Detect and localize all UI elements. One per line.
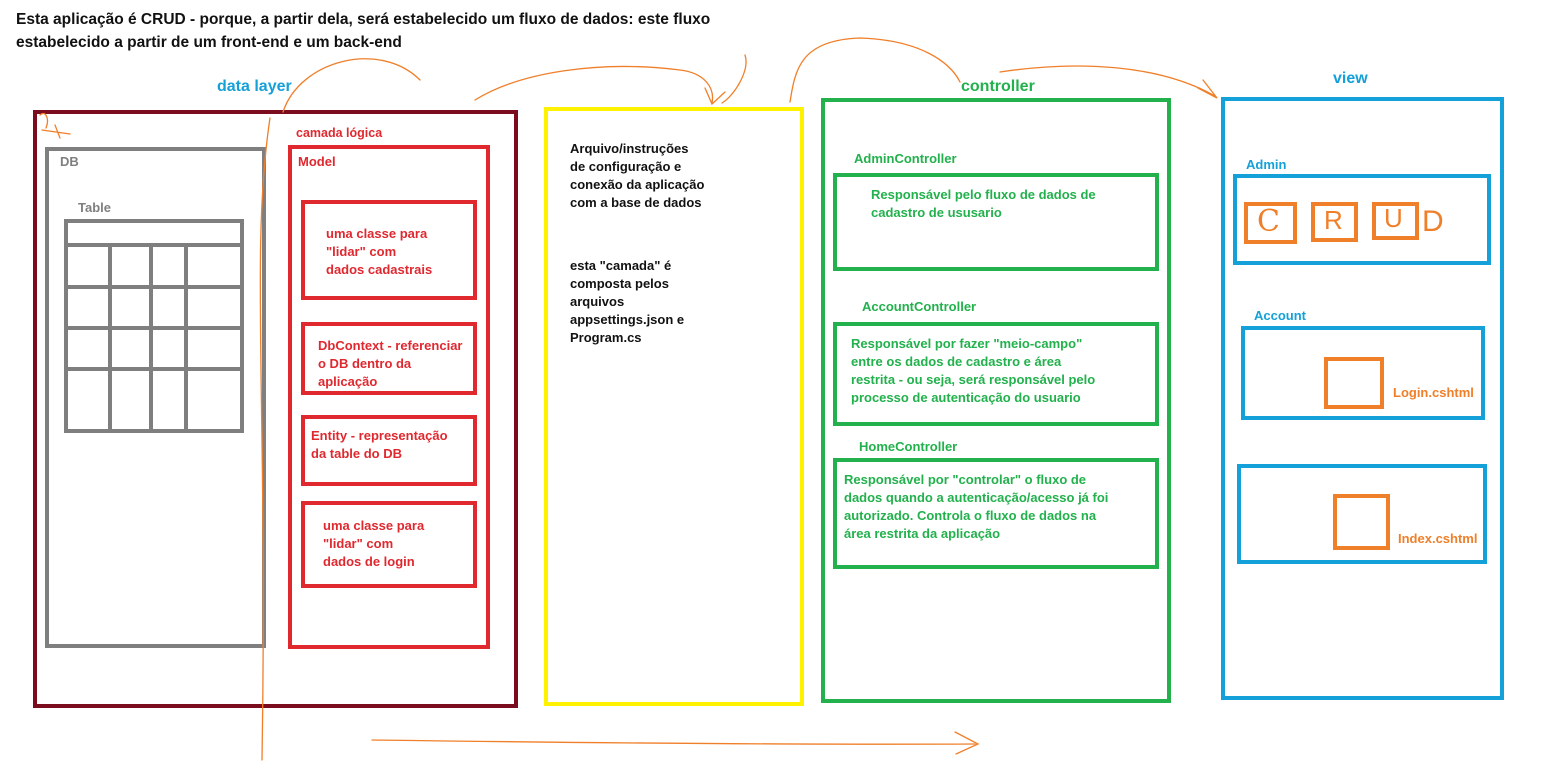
index-view-file: Index.cshtml	[1398, 531, 1478, 546]
account-controller-label: AccountController	[862, 299, 977, 314]
admin-controller-label: AdminController	[854, 151, 957, 166]
model-item-text: uma classe para "lidar" com dados cadast…	[326, 226, 433, 277]
home-controller-label: HomeController	[859, 439, 958, 454]
model-item-text: DbContext - referenciar o DB dentro da a…	[318, 338, 463, 389]
crud-letter-r: R	[1324, 205, 1343, 235]
crud-letter-c: C	[1257, 204, 1280, 239]
config-files-text: esta "camada" é composta pelos arquivos …	[570, 258, 685, 345]
admin-controller-desc: Responsável pelo fluxo de dados de cadas…	[871, 187, 1096, 220]
bottom-arrow-head	[954, 731, 980, 755]
login-view-icon	[1324, 357, 1384, 409]
flow-curve-mid	[789, 37, 961, 103]
crud-letter-u: U	[1384, 203, 1403, 233]
intro-text: Esta aplicação é CRUD - porque, a partir…	[16, 11, 711, 51]
flow-curve-right-head	[1197, 79, 1218, 99]
flow-curve-left-head	[704, 87, 726, 106]
model-item-text: uma classe para "lidar" com dados de log…	[323, 518, 425, 569]
model-label: Model	[298, 154, 336, 169]
account-view-label: Account	[1254, 308, 1306, 323]
account-controller-desc: Responsável por fazer "meio-campo" entre…	[851, 336, 1096, 405]
table-label: Table	[78, 200, 111, 215]
controller-title: controller	[961, 78, 1035, 95]
bottom-arrow-line	[371, 739, 976, 745]
data-layer-title: data layer	[217, 78, 292, 95]
admin-view-label: Admin	[1246, 157, 1287, 172]
view-title: view	[1333, 70, 1368, 87]
logic-layer-label: camada lógica	[296, 126, 383, 140]
db-label: DB	[60, 154, 79, 169]
index-view-icon	[1333, 494, 1390, 550]
flow-tick	[721, 54, 747, 104]
login-view-file: Login.cshtml	[1393, 385, 1474, 400]
home-controller-desc: Responsável por "controlar" o fluxo de d…	[844, 472, 1109, 541]
config-text: Arquivo/instruções de configuração e con…	[570, 141, 705, 210]
table-grid	[64, 219, 244, 433]
logic-arc	[282, 58, 421, 113]
model-item-text: Entity - representação da table do DB	[311, 428, 448, 461]
crud-letter-d: D	[1422, 205, 1444, 238]
flow-curve-left	[474, 65, 714, 104]
